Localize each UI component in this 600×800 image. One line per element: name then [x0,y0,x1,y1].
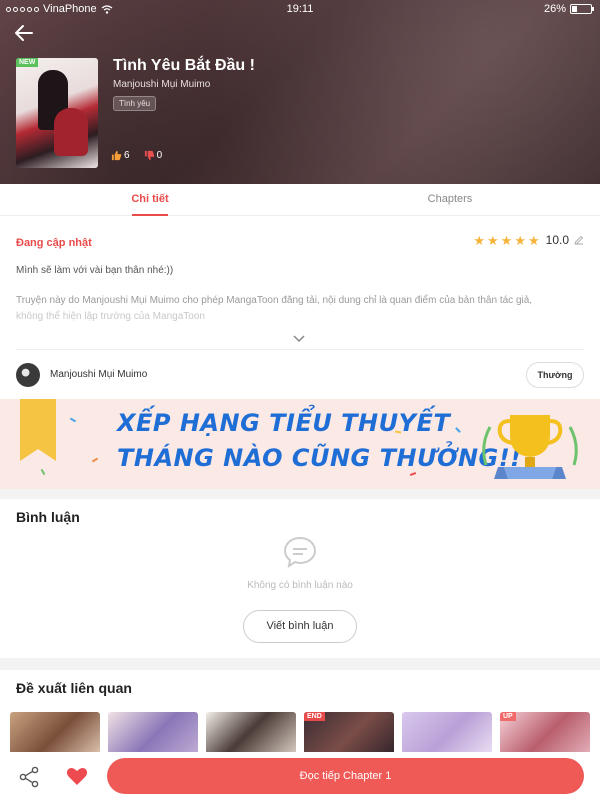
book-title: Tình Yêu Bắt Đầu ! [113,57,255,74]
ranking-banner[interactable]: XẾP HẠNG TIỂU THUYẾT THÁNG NÀO CŨNG THƯỞ… [0,399,600,489]
tab-details[interactable]: Chi tiết [0,184,300,216]
continue-reading-button[interactable]: Đọc tiếp Chapter 1 [107,758,584,794]
banner-title: XẾP HẠNG TIỂU THUYẾT [117,409,451,437]
tab-chapters[interactable]: Chapters [300,184,600,215]
dislike-reaction[interactable]: 0 [144,150,163,161]
dislike-count: 0 [156,150,163,161]
book-header: VinaPhone 19:11 26% NEW Tình Yêu Bắt Đầu… [0,0,600,184]
star-icon: ★ [514,232,526,248]
author-row[interactable]: Manjoushi Mụi Muimo Thường [16,361,584,389]
star-icon: ★ [473,232,486,248]
genre-tag[interactable]: Tình yêu [113,96,157,111]
description-text: Truyện này do Manjoushi Mụi Muimo cho ph… [16,295,533,306]
end-badge: END [304,712,325,721]
divider [16,349,584,350]
section-gap [0,658,600,670]
write-comment-button[interactable]: Viết bình luận [243,610,357,643]
description-text: Mình sẽ làm với vài bạn thân nhé:)) [16,265,174,276]
book-author[interactable]: Manjoushi Mụi Muimo [113,79,210,90]
thumbs-up-icon [111,150,122,161]
bookmark-ribbon-icon [20,399,56,461]
like-count: 6 [124,150,130,161]
star-icon: ★ [487,232,499,248]
status-bar: VinaPhone 19:11 26% [0,0,600,18]
book-description: Mình sẽ làm với vài bạn thân nhé:)) Truy… [16,263,584,325]
like-reaction[interactable]: 6 [111,150,130,161]
author-name[interactable]: Manjoushi Mụi Muimo [50,369,147,380]
banner-subtitle: THÁNG NÀO CŨNG THƯỞNG!! [117,444,522,472]
comments-title: Bình luận [16,509,80,525]
back-arrow-icon[interactable] [12,22,36,44]
rating[interactable]: ★ ★ ★ ★ ★ 10.0 [473,233,584,247]
avatar[interactable] [16,363,40,387]
chevron-down-icon[interactable] [292,334,306,344]
pencil-icon[interactable] [574,235,584,245]
up-badge: UP [500,712,516,721]
bottom-action-bar: Đọc tiếp Chapter 1 [0,752,600,800]
detail-tabs: Chi tiết Chapters [0,184,600,216]
reactions: 6 0 [111,150,162,161]
section-gap [0,489,600,499]
author-level-button[interactable]: Thường [526,362,584,388]
book-cover[interactable]: NEW [16,58,98,168]
comment-bubble-icon [283,536,317,569]
heart-icon[interactable] [66,766,88,786]
new-badge: NEW [16,58,39,67]
star-icon: ★ [527,232,540,248]
status-time: 19:11 [286,3,314,15]
share-icon[interactable] [18,766,40,788]
battery-icon [570,4,594,14]
thumbs-down-icon [144,150,154,161]
trophy-icon [482,415,578,479]
status-row: Đang cập nhật ★ ★ ★ ★ ★ 10.0 [16,233,584,249]
battery-percent: 26% [543,3,566,15]
recommendations-title: Đề xuất liên quan [16,680,132,696]
star-icon: ★ [500,232,513,248]
update-status: Đang cập nhật [16,237,92,249]
no-comments-text: Không có bình luận nào [247,580,353,591]
description-text: không thể hiện lập trường của MangaToon [16,311,205,322]
rating-value: 10.0 [545,233,569,247]
